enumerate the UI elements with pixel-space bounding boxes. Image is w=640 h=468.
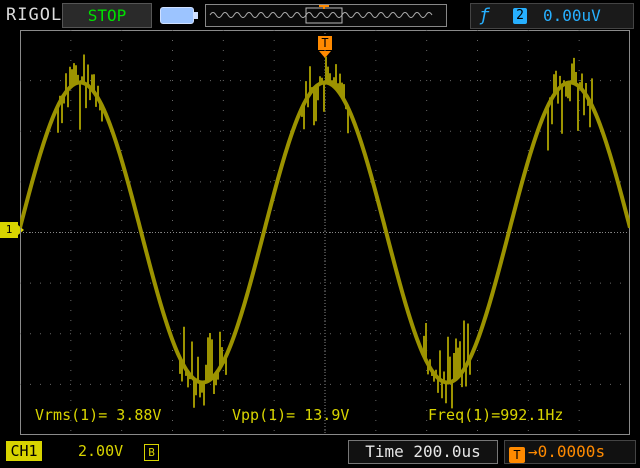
- arrow-icon: →: [528, 442, 538, 461]
- horizontal-offset[interactable]: T →0.0000s: [504, 440, 636, 464]
- timebase-readout[interactable]: Time 200.0us: [348, 440, 498, 464]
- timebase-value: 200.0us: [413, 442, 481, 461]
- bottom-status-bar: CH1 2.00V B Time 200.0us T →0.0000s: [0, 437, 640, 468]
- timebase-label: Time: [365, 442, 404, 461]
- ch1-label-text: CH1: [10, 442, 38, 460]
- offset-value: 0.0000s: [537, 442, 606, 461]
- trigger-position-icon: T: [509, 447, 525, 463]
- ch1-label[interactable]: CH1: [6, 441, 42, 461]
- trigger-source: 2: [513, 8, 527, 24]
- trigger-panel[interactable]: ƒ 2 0.00uV: [470, 3, 634, 29]
- memory-window: [205, 4, 447, 27]
- trigger-position-marker[interactable]: T: [318, 36, 332, 50]
- usb-storage-icon: [160, 7, 198, 24]
- waveform-display: T: [20, 30, 630, 435]
- rising-edge-icon: ƒ: [479, 5, 490, 26]
- vrms-measurement: Vrms(1)= 3.88V: [35, 406, 162, 424]
- trigger-level: 0.00uV: [543, 6, 601, 25]
- svg-text:T: T: [321, 36, 328, 50]
- freq-measurement: Freq(1)=992.1Hz: [428, 406, 564, 424]
- bandwidth-limit-indicator: B: [144, 444, 159, 461]
- brand-logo: RIGOL: [6, 5, 63, 25]
- ch1-ground-marker[interactable]: 1: [0, 222, 24, 238]
- ch1-trace: [20, 80, 630, 385]
- run-stop-status[interactable]: STOP: [62, 3, 152, 28]
- vpp-measurement: Vpp(1)= 13.9V: [232, 406, 350, 424]
- volts-per-div: 2.00V: [78, 442, 124, 460]
- graticule: T: [20, 30, 630, 435]
- top-status-bar: RIGOL STOP ƒ 2 0.00uV: [0, 0, 640, 30]
